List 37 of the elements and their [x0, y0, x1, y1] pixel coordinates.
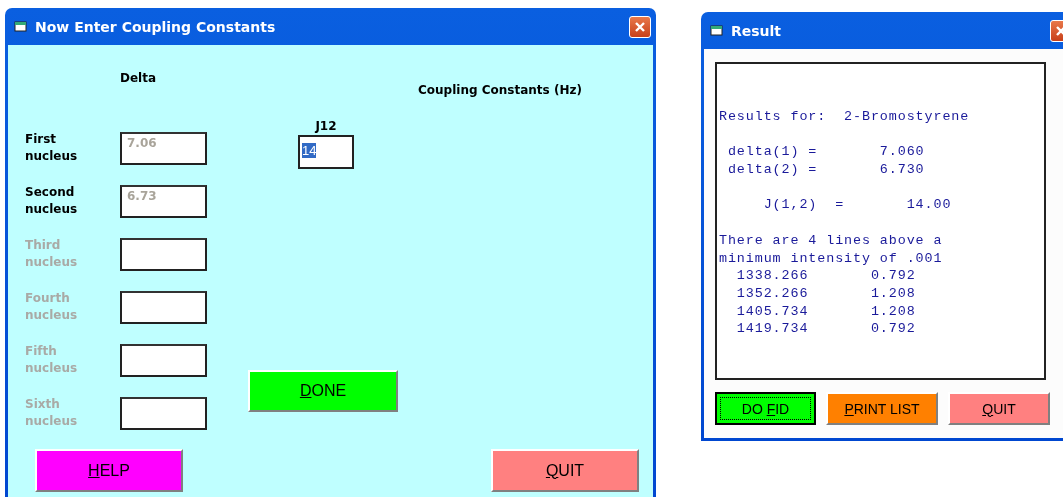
output-line: Results for: 2-Bromostyrene: [719, 108, 971, 126]
nucleus-label: Sixth nucleus: [25, 396, 79, 430]
close-icon: [1055, 24, 1063, 37]
delta-field[interactable]: [120, 291, 207, 324]
window-title: Now Enter Coupling Constants: [35, 18, 276, 35]
coupling-field[interactable]: 14: [298, 135, 354, 169]
output-line: 1419.734 0.792: [735, 320, 917, 339]
coupling-label: J12: [315, 119, 337, 133]
done-button[interactable]: DONE: [248, 370, 398, 412]
output-line: J(1,2) = 14.00: [762, 196, 953, 215]
output-line: 1338.266 0.792: [735, 267, 917, 285]
close-icon: [634, 20, 646, 33]
nucleus-label: Fifth nucleus: [25, 343, 79, 377]
nucleus-label: First nucleus: [25, 131, 79, 165]
help-button[interactable]: HELP: [35, 449, 183, 492]
delta-field[interactable]: [120, 238, 207, 271]
output-line: delta(2) = 6.730: [726, 161, 926, 179]
close-button[interactable]: [629, 15, 651, 38]
quit-button[interactable]: QUIT: [491, 449, 639, 492]
window-title: Result: [731, 22, 782, 39]
column-header: Delta: [120, 71, 157, 85]
nucleus-label: Fourth nucleus: [25, 290, 79, 324]
column-header: Coupling Constants (Hz): [418, 83, 582, 97]
delta-field[interactable]: [120, 397, 207, 430]
output-line: 1352.266 1.208: [735, 285, 917, 303]
print-button[interactable]: PRINT LIST: [826, 392, 938, 425]
quit-button[interactable]: QUIT: [948, 392, 1050, 425]
fid-button[interactable]: DO FID: [715, 392, 816, 425]
output-line: There are 4 lines above a: [719, 231, 944, 250]
output-line: minimum intensity of .001: [719, 249, 944, 268]
output-line: 1405.734 1.208: [735, 302, 917, 321]
delta-field[interactable]: [120, 344, 207, 377]
output-line: delta(1) = 7.060: [726, 143, 926, 162]
nucleus-label: Third nucleus: [25, 237, 79, 271]
window-icon: [710, 24, 724, 37]
window-icon: [14, 20, 28, 33]
nucleus-label: Second nucleus: [25, 184, 79, 218]
